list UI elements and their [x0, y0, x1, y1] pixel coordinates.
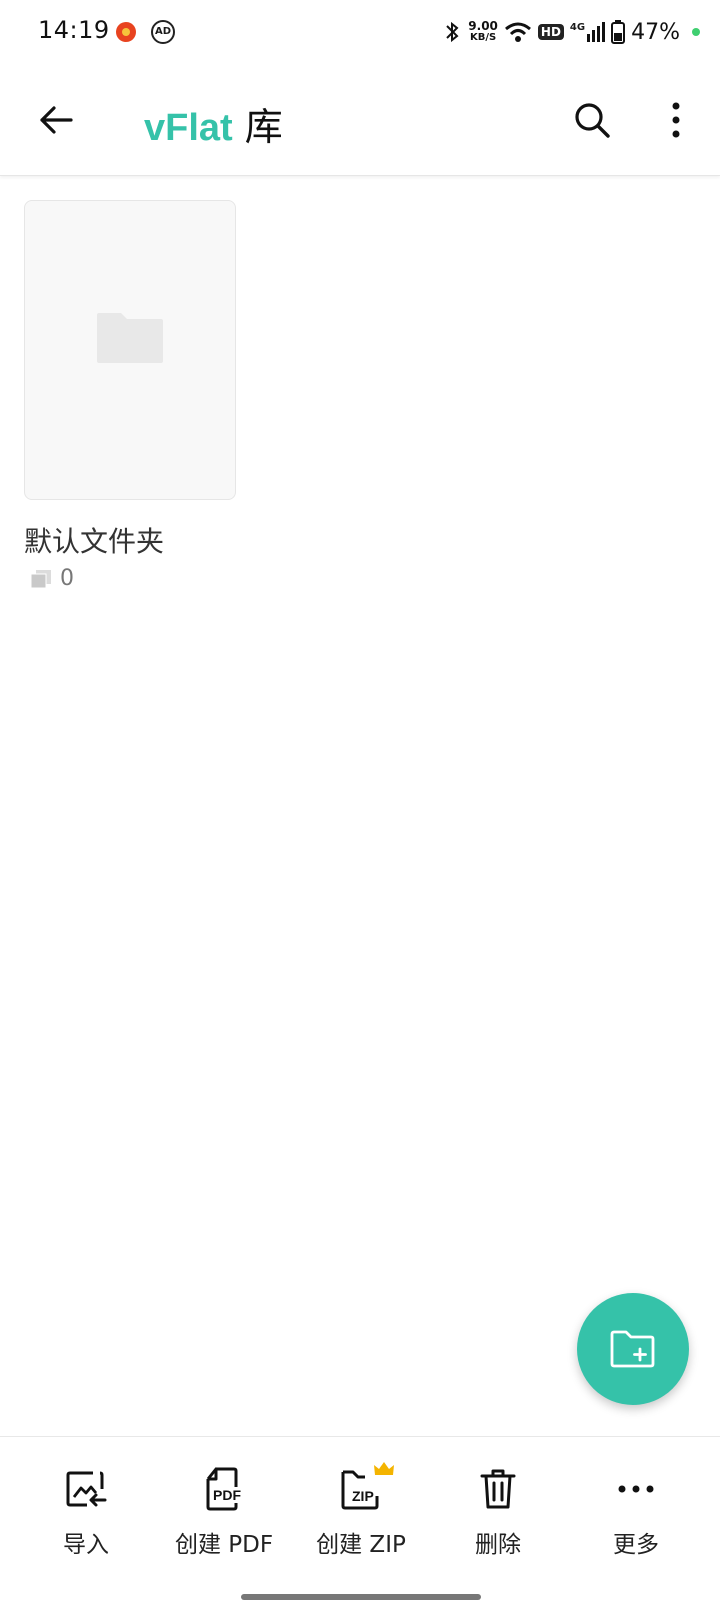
pdf-icon-text: PDF [213, 1487, 241, 1503]
pdf-file-icon: PDF [206, 1467, 241, 1511]
import-button[interactable]: 导入 [16, 1463, 156, 1559]
more-vert-icon [672, 102, 680, 138]
battery-percent: 47% [631, 19, 680, 45]
trash-icon-wrap [479, 1463, 517, 1515]
net-speed: 9.00 KB/S [468, 19, 498, 43]
title-suffix: 库 [244, 105, 283, 149]
more-icon-wrap [617, 1463, 655, 1515]
net-speed-unit: KB/S [469, 32, 497, 43]
more-label: 更多 [613, 1532, 659, 1558]
privacy-indicator-dot [692, 28, 700, 36]
zip-icon-text: ZIP [352, 1488, 374, 1504]
search-button[interactable] [566, 94, 618, 146]
folder-page-count: 0 [60, 566, 74, 591]
pdf-icon-wrap: PDF [204, 1463, 244, 1515]
create-zip-button[interactable]: ZIP 创建 ZIP [291, 1462, 431, 1559]
bluetooth-icon [446, 21, 459, 43]
image-import-icon [66, 1471, 107, 1507]
search-icon [575, 103, 610, 138]
notification-app-icon [116, 22, 136, 42]
import-label: 导入 [63, 1532, 109, 1558]
status-time: 14:19 [38, 16, 110, 44]
create-pdf-button[interactable]: PDF 创建 PDF [154, 1463, 294, 1559]
page-title: vFlat 库 [144, 96, 283, 151]
cell-type: 4G [569, 22, 586, 33]
folder-count-row: 0 [30, 566, 74, 591]
net-speed-value: 9.00 [468, 19, 498, 33]
create-zip-label: 创建 ZIP [316, 1532, 406, 1558]
delete-label: 删除 [475, 1532, 521, 1558]
hd-badge: HD [537, 24, 564, 40]
folder-name[interactable]: 默认文件夹 [24, 520, 164, 560]
overflow-menu-button[interactable] [650, 94, 702, 146]
home-indicator[interactable] [241, 1594, 481, 1600]
more-horiz-icon [618, 1485, 654, 1493]
status-icons: 9.00 KB/S HD 4G 47% [442, 12, 700, 52]
battery-icon [611, 20, 626, 44]
app-bar: vFlat 库 [0, 66, 720, 176]
folder-add-icon [610, 1330, 655, 1368]
import-icon-wrap [65, 1463, 107, 1515]
pages-stack-icon [30, 569, 51, 588]
arrow-back-icon [40, 106, 73, 134]
wifi-icon [504, 22, 531, 42]
trash-icon [480, 1469, 516, 1509]
delete-button[interactable]: 删除 [428, 1463, 568, 1559]
status-bar: 14:19 AD 9.00 KB/S HD 4G 47% [0, 0, 720, 66]
back-button[interactable] [30, 94, 82, 146]
create-pdf-label: 创建 PDF [174, 1532, 274, 1558]
zip-icon-wrap: ZIP [339, 1462, 394, 1515]
bottom-action-bar: 导入 PDF 创建 PDF ZIP 创建 ZIP 删除 更多 [0, 1436, 720, 1612]
ad-block-icon: AD [151, 20, 175, 44]
more-button[interactable]: 更多 [566, 1463, 706, 1559]
create-folder-fab[interactable] [577, 1293, 689, 1405]
signal-icon: 4G [569, 22, 606, 42]
premium-crown-icon [374, 1462, 394, 1475]
folder-card[interactable] [24, 200, 236, 500]
brand-name: vFlat [144, 107, 233, 149]
folder-icon [97, 313, 163, 363]
